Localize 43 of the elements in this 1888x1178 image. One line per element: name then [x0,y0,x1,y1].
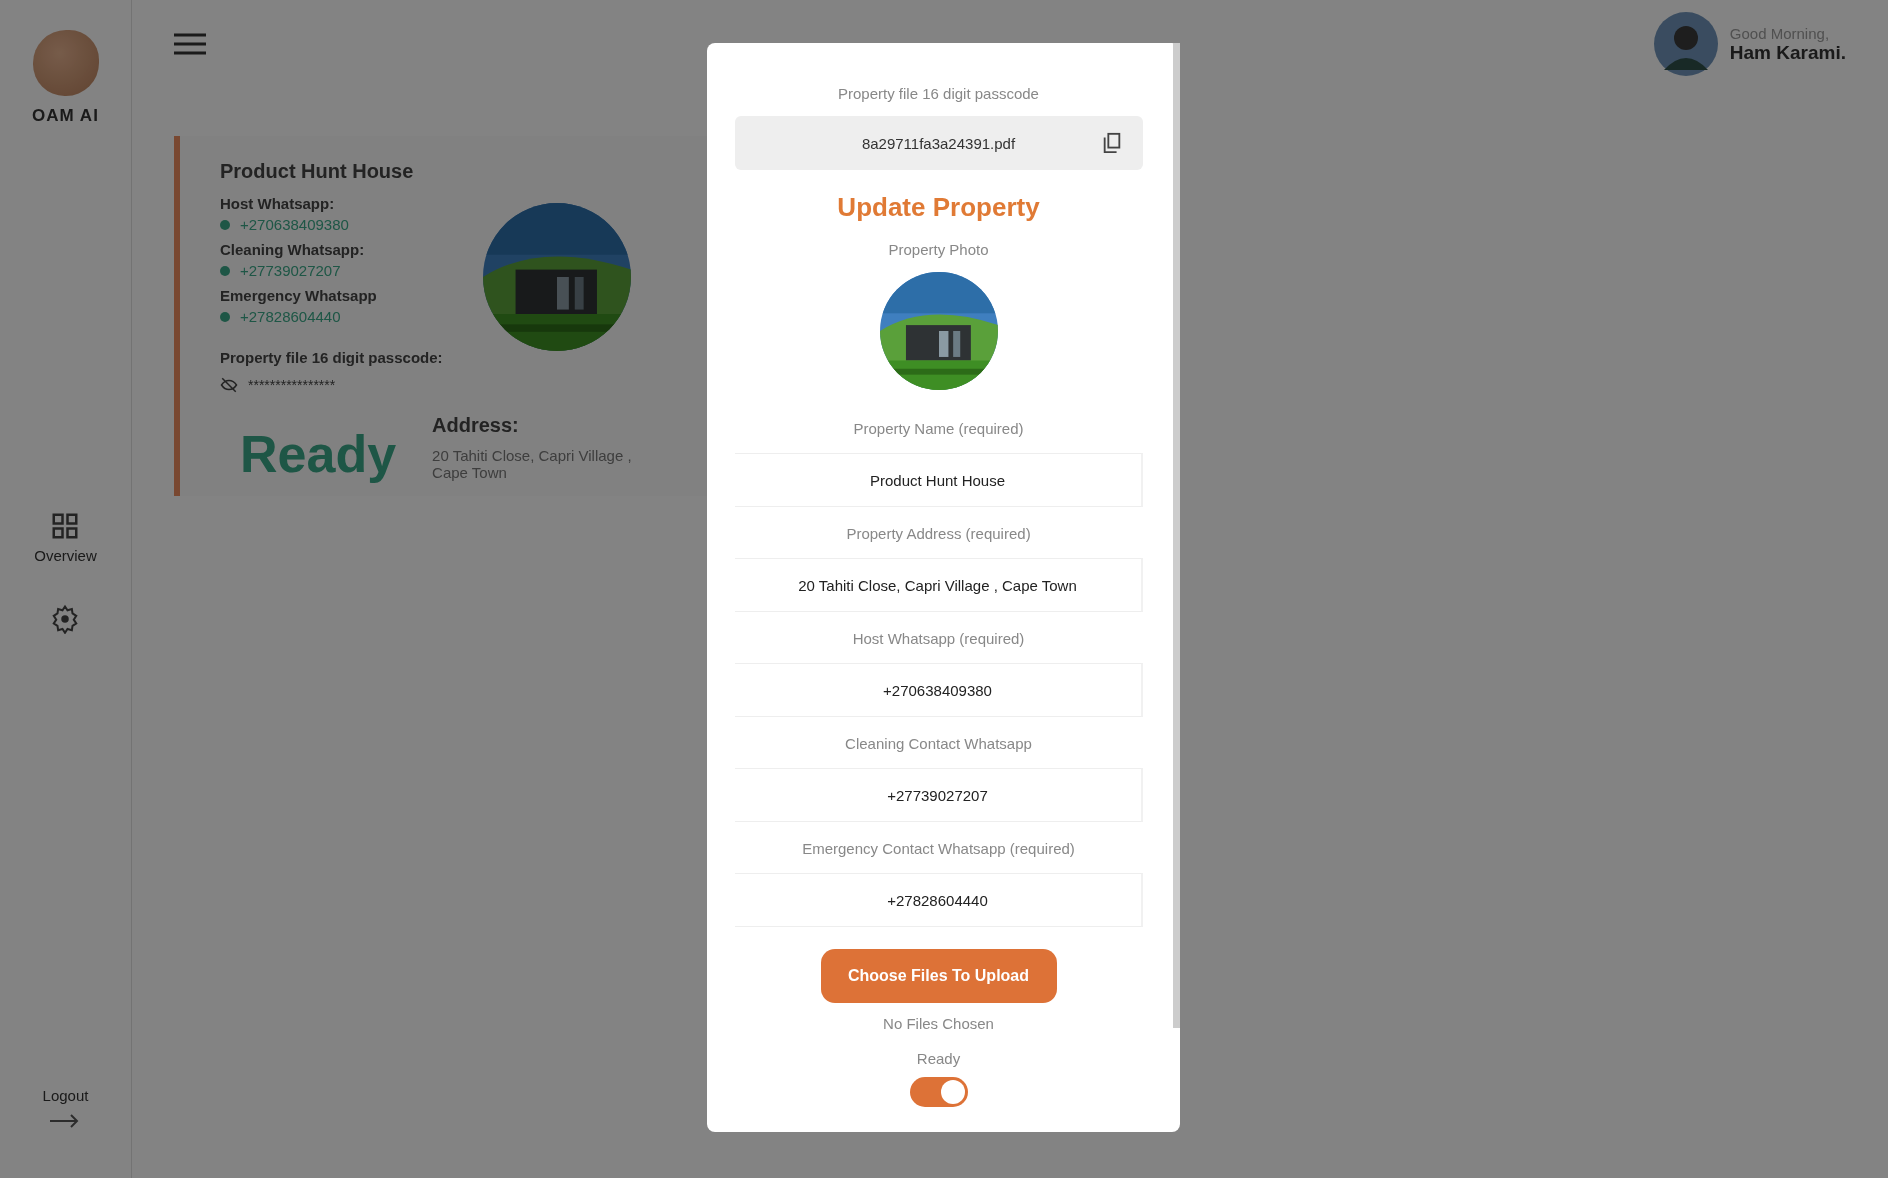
eye-off-icon[interactable] [220,376,238,394]
status-dot-icon [220,219,230,230]
grid-icon[interactable] [50,511,81,541]
user-name: Ham Karami. [1729,41,1846,64]
input-field[interactable]: Product Hunt House [734,453,1143,507]
field-label: Property Address (required) [846,525,1031,542]
scrollbar[interactable] [1173,43,1180,1028]
upload-status: No Files Chosen [883,1015,994,1032]
ready-toggle[interactable] [909,1077,968,1107]
field-label: Property Name (required) [853,420,1024,437]
field-label: Cleaning Contact Whatsapp [845,735,1032,752]
property-name: Product Hunt House [220,160,415,183]
input-field[interactable]: +27828604440 [734,873,1143,927]
field-label: Emergency Contact Whatsapp (required) [802,840,1075,857]
logout-link[interactable]: Logout [42,1087,89,1104]
phone-number: +27739027207 [240,262,341,279]
phone-number: +270638409380 [240,216,349,233]
overview-link[interactable]: Overview [34,547,97,564]
input-field[interactable]: +27739027207 [734,768,1143,822]
field-label: Host Whatsapp (required) [852,630,1025,647]
arrow-right-icon[interactable] [50,1114,81,1128]
status-dot-icon [220,311,230,322]
ready-label: Ready [916,1050,961,1067]
passcode-label: Property file 16 digit passcode: [220,349,443,366]
input-field[interactable]: 20 Tahiti Close, Capri Village , Cape Town [734,558,1143,612]
file-name: 8a29711fa3a24391.pdf [861,134,1016,152]
avatar-icon [1653,12,1718,76]
masked-passcode: **************** [248,377,336,393]
photo-label: Property Photo [888,241,989,258]
settings-icon[interactable] [50,604,81,634]
phone-number: +27828604440 [240,308,341,325]
address-text: 20 Tahiti Close, Capri Village , Cape Town [432,447,633,481]
address-label: Address: [432,414,520,437]
modal-title: Update Property [837,192,1040,223]
status-text: Ready [240,424,397,484]
passcode-label: Property file 16 digit passcode [838,85,1039,102]
input-field[interactable]: +270638409380 [734,663,1143,717]
contact-label: Host Whatsapp: [220,195,336,212]
logo-text: OAM AI [32,106,99,126]
contact-label: Emergency Whatsapp [220,287,378,304]
menu-icon[interactable] [174,32,206,56]
status-dot-icon [220,265,230,276]
contact-label: Cleaning Whatsapp: [220,241,366,258]
